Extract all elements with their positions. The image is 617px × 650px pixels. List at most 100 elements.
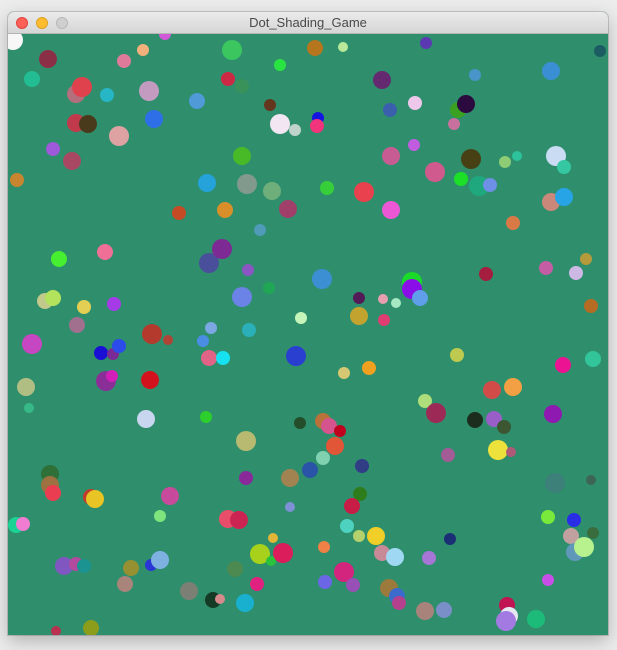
dot[interactable] xyxy=(197,335,209,347)
dot[interactable] xyxy=(512,151,522,161)
dot[interactable] xyxy=(205,322,217,334)
dot[interactable] xyxy=(312,269,332,289)
dot[interactable] xyxy=(584,299,598,313)
dot[interactable] xyxy=(254,224,266,236)
dot[interactable] xyxy=(391,298,401,308)
dot[interactable] xyxy=(10,173,24,187)
dot[interactable] xyxy=(17,378,35,396)
dot[interactable] xyxy=(106,370,118,382)
dot[interactable] xyxy=(408,96,422,110)
dot[interactable] xyxy=(286,346,306,366)
dot[interactable] xyxy=(289,124,301,136)
dot[interactable] xyxy=(94,346,108,360)
dot[interactable] xyxy=(412,290,428,306)
dot[interactable] xyxy=(137,410,155,428)
dot[interactable] xyxy=(86,490,104,508)
dot[interactable] xyxy=(97,244,113,260)
dot[interactable] xyxy=(16,517,30,531)
dot[interactable] xyxy=(594,45,606,57)
dot[interactable] xyxy=(117,54,131,68)
dot[interactable] xyxy=(355,459,369,473)
dot[interactable] xyxy=(281,469,299,487)
dot[interactable] xyxy=(79,115,97,133)
dot[interactable] xyxy=(112,339,126,353)
dot[interactable] xyxy=(294,417,306,429)
dot[interactable] xyxy=(483,381,501,399)
dot[interactable] xyxy=(189,93,205,109)
dot[interactable] xyxy=(264,99,276,111)
dot[interactable] xyxy=(378,314,390,326)
game-canvas[interactable] xyxy=(8,34,608,635)
dot[interactable] xyxy=(273,543,293,563)
dot[interactable] xyxy=(236,594,254,612)
dot[interactable] xyxy=(378,294,388,304)
dot[interactable] xyxy=(263,182,281,200)
dot[interactable] xyxy=(316,451,330,465)
dot[interactable] xyxy=(527,610,545,628)
dot[interactable] xyxy=(263,282,275,294)
dot[interactable] xyxy=(154,510,166,522)
dot[interactable] xyxy=(51,251,67,267)
dot[interactable] xyxy=(239,471,253,485)
dot[interactable] xyxy=(557,160,571,174)
dot[interactable] xyxy=(506,447,516,457)
dot[interactable] xyxy=(587,527,599,539)
dot[interactable] xyxy=(344,498,360,514)
dot[interactable] xyxy=(216,351,230,365)
dot[interactable] xyxy=(232,287,252,307)
dot[interactable] xyxy=(467,412,483,428)
dot[interactable] xyxy=(198,174,216,192)
dot[interactable] xyxy=(483,178,497,192)
dot[interactable] xyxy=(268,533,278,543)
dot[interactable] xyxy=(574,537,594,557)
dot[interactable] xyxy=(222,40,242,60)
dot[interactable] xyxy=(353,292,365,304)
dot[interactable] xyxy=(227,561,243,577)
dot[interactable] xyxy=(567,513,581,527)
dot[interactable] xyxy=(24,403,34,413)
dot[interactable] xyxy=(441,448,455,462)
dot[interactable] xyxy=(499,156,511,168)
dot[interactable] xyxy=(77,559,91,573)
dot[interactable] xyxy=(326,437,344,455)
dot[interactable] xyxy=(585,351,601,367)
dot[interactable] xyxy=(242,264,254,276)
dot[interactable] xyxy=(338,42,348,52)
dot[interactable] xyxy=(307,40,323,56)
dot[interactable] xyxy=(367,527,385,545)
dot[interactable] xyxy=(233,147,251,165)
dot[interactable] xyxy=(117,576,133,592)
dot[interactable] xyxy=(270,114,290,134)
dot[interactable] xyxy=(383,103,397,117)
dot[interactable] xyxy=(215,594,225,604)
dot[interactable] xyxy=(83,620,99,635)
dot[interactable] xyxy=(454,172,468,186)
dot[interactable] xyxy=(285,502,295,512)
dot[interactable] xyxy=(416,602,434,620)
dot[interactable] xyxy=(354,182,374,202)
dot[interactable] xyxy=(497,420,511,434)
dot[interactable] xyxy=(200,411,212,423)
dot[interactable] xyxy=(580,253,592,265)
dot[interactable] xyxy=(545,473,565,493)
dot[interactable] xyxy=(444,533,456,545)
dot[interactable] xyxy=(425,162,445,182)
dot[interactable] xyxy=(151,551,169,569)
dot[interactable] xyxy=(382,201,400,219)
dot[interactable] xyxy=(318,575,332,589)
dot[interactable] xyxy=(123,560,139,576)
dot[interactable] xyxy=(235,79,249,93)
dot[interactable] xyxy=(555,357,571,373)
dot[interactable] xyxy=(22,334,42,354)
dot[interactable] xyxy=(242,323,256,337)
dot[interactable] xyxy=(236,431,256,451)
dot[interactable] xyxy=(461,149,481,169)
dot[interactable] xyxy=(422,551,436,565)
dot[interactable] xyxy=(488,440,508,460)
dot[interactable] xyxy=(201,350,217,366)
dot[interactable] xyxy=(450,348,464,362)
dot[interactable] xyxy=(217,202,233,218)
dot[interactable] xyxy=(100,88,114,102)
dot[interactable] xyxy=(109,126,129,146)
dot[interactable] xyxy=(63,152,81,170)
